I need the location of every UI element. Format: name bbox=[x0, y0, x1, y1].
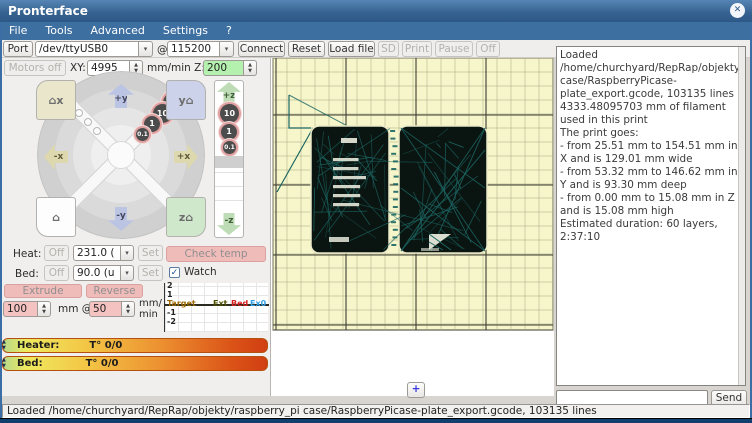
zoom-in-button[interactable]: + bbox=[407, 382, 425, 398]
bed-off-button[interactable]: Off bbox=[44, 265, 69, 281]
menu-file[interactable]: File bbox=[0, 22, 36, 40]
load-file-button[interactable]: Load file bbox=[328, 41, 375, 57]
off-button: Off bbox=[476, 41, 500, 57]
graph-ytick: 2 bbox=[167, 281, 173, 290]
port-button[interactable]: Port bbox=[3, 41, 33, 57]
heat-label: Heat: bbox=[13, 248, 41, 260]
menu-help[interactable]: ? bbox=[217, 22, 241, 40]
z-step-badge-01[interactable]: 0.1 bbox=[223, 141, 236, 154]
jog-dot bbox=[93, 127, 101, 135]
jog-dot bbox=[75, 109, 83, 117]
z-column-line bbox=[215, 186, 243, 187]
close-icon[interactable]: ✕ bbox=[730, 3, 745, 18]
print-button: Print bbox=[402, 41, 432, 57]
z-feed-input[interactable]: 200 bbox=[203, 60, 244, 76]
reset-button[interactable]: Reset bbox=[288, 41, 325, 57]
reverse-button[interactable]: Reverse bbox=[86, 284, 143, 298]
heat-off-button[interactable]: Off bbox=[44, 245, 69, 261]
extrude-speed-input[interactable]: 50 bbox=[89, 301, 122, 317]
heater-gauge-label: Heater: bbox=[17, 340, 59, 351]
jog-center bbox=[107, 141, 135, 169]
menu-tools[interactable]: Tools bbox=[36, 22, 81, 40]
motors-off-button[interactable]: Motors off bbox=[4, 60, 66, 76]
home-x-button[interactable]: ⌂x bbox=[36, 80, 76, 120]
graph-ytick: -2 bbox=[167, 317, 176, 326]
mm-at-label: mm @ bbox=[58, 303, 92, 315]
spin-down-icon[interactable]: ▼ bbox=[2, 345, 6, 351]
z-feed-stepper[interactable]: ▲ ▼ bbox=[244, 60, 257, 76]
temp-graph: 2 1 -1 -2 Target Ext Bed Ex0 bbox=[164, 283, 268, 332]
heat-set-button[interactable]: Set bbox=[138, 245, 163, 261]
bed-label: Bed: bbox=[15, 268, 39, 280]
heater-gauge[interactable]: Heater: T° 0/0 bbox=[2, 338, 268, 353]
extrude-length-input[interactable]: 100 bbox=[3, 301, 38, 317]
check-temp-button[interactable]: Check temp bbox=[166, 246, 266, 262]
home-all-button[interactable]: ⌂ bbox=[36, 197, 76, 237]
connect-button[interactable]: Connect bbox=[238, 41, 285, 57]
sd-button: SD bbox=[378, 41, 399, 57]
graph-label-ex0: Ex0 bbox=[250, 299, 266, 308]
menu-bar: File Tools Advanced Settings ? bbox=[0, 22, 752, 40]
pause-button: Pause bbox=[435, 41, 473, 57]
jog-dot bbox=[84, 118, 92, 126]
pronterface-window: Pronterface ✕ File Tools Advanced Settin… bbox=[0, 0, 752, 423]
menu-settings[interactable]: Settings bbox=[154, 22, 217, 40]
z-step-badge-10[interactable]: 10 bbox=[220, 104, 239, 123]
at-label: @ bbox=[157, 44, 168, 56]
bed-temp-combo[interactable]: 90.0 (u bbox=[73, 265, 121, 281]
heater-gauge-stepper[interactable]: ▲ ▼ bbox=[2, 339, 6, 351]
graph-label-ext: Ext bbox=[213, 299, 227, 308]
log-output[interactable]: Loaded /home/churchyard/RepRap/objekty/r… bbox=[556, 46, 746, 386]
gcode-viewer[interactable] bbox=[270, 58, 554, 396]
extrude-length-stepper[interactable]: ▲ ▼ bbox=[38, 301, 51, 317]
port-combo[interactable]: /dev/ttyUSB0 bbox=[35, 41, 139, 57]
step-badge-01[interactable]: 0.1 bbox=[136, 128, 149, 141]
log-scrollbar[interactable] bbox=[738, 47, 745, 385]
spin-down-icon[interactable]: ▼ bbox=[126, 309, 130, 315]
z-step-badge-1[interactable]: 1 bbox=[221, 124, 237, 140]
spin-down-icon[interactable]: ▼ bbox=[2, 363, 6, 369]
z-column-line bbox=[215, 172, 243, 173]
bed-gauge-stepper[interactable]: ▲ ▼ bbox=[2, 357, 6, 369]
gcode-object bbox=[271, 58, 555, 396]
mm-min-unit-label: mm/ min bbox=[139, 298, 162, 320]
graph-ytick: -1 bbox=[167, 308, 176, 317]
baud-dropdown-icon[interactable]: ▾ bbox=[220, 41, 234, 57]
graph-label-bed: Bed bbox=[231, 299, 248, 308]
bed-set-button[interactable]: Set bbox=[138, 265, 163, 281]
heater-gauge-value: T° 0/0 bbox=[89, 340, 122, 351]
bed-gauge-value: T° 0/0 bbox=[86, 358, 119, 369]
menu-advanced[interactable]: Advanced bbox=[82, 22, 154, 40]
spin-down-icon[interactable]: ▼ bbox=[248, 68, 252, 74]
bed-dropdown-icon[interactable]: ▾ bbox=[121, 265, 134, 281]
port-dropdown-icon[interactable]: ▾ bbox=[139, 41, 153, 57]
graph-ytick: 1 bbox=[167, 290, 173, 299]
graph-label-target: Target bbox=[167, 299, 196, 308]
watch-label: Watch bbox=[184, 266, 217, 278]
home-z-button[interactable]: z⌂ bbox=[166, 197, 206, 237]
heat-temp-combo[interactable]: 231.0 ( bbox=[73, 245, 121, 261]
z-column-line bbox=[215, 200, 243, 201]
extrude-button[interactable]: Extrude bbox=[4, 284, 82, 298]
extrude-speed-stepper[interactable]: ▲ ▼ bbox=[122, 301, 135, 317]
status-bar: Loaded /home/churchyard/RepRap/objekty/r… bbox=[2, 404, 750, 418]
window-left-border bbox=[0, 22, 2, 418]
home-y-button[interactable]: y⌂ bbox=[166, 80, 206, 120]
window-bottom-border bbox=[0, 418, 752, 423]
spin-down-icon[interactable]: ▼ bbox=[42, 309, 46, 315]
title-bar: Pronterface ✕ bbox=[0, 0, 752, 22]
bed-gauge[interactable]: Bed: T° 0/0 bbox=[2, 356, 268, 371]
baud-combo[interactable]: 115200 bbox=[167, 41, 220, 57]
z-column-divider bbox=[215, 156, 243, 168]
bed-gauge-label: Bed: bbox=[17, 358, 43, 369]
heat-dropdown-icon[interactable]: ▾ bbox=[121, 245, 134, 261]
watch-checkbox[interactable]: ✓ bbox=[169, 267, 180, 278]
xy-feed-label: XY: bbox=[70, 62, 86, 74]
window-title: Pronterface bbox=[8, 4, 88, 18]
